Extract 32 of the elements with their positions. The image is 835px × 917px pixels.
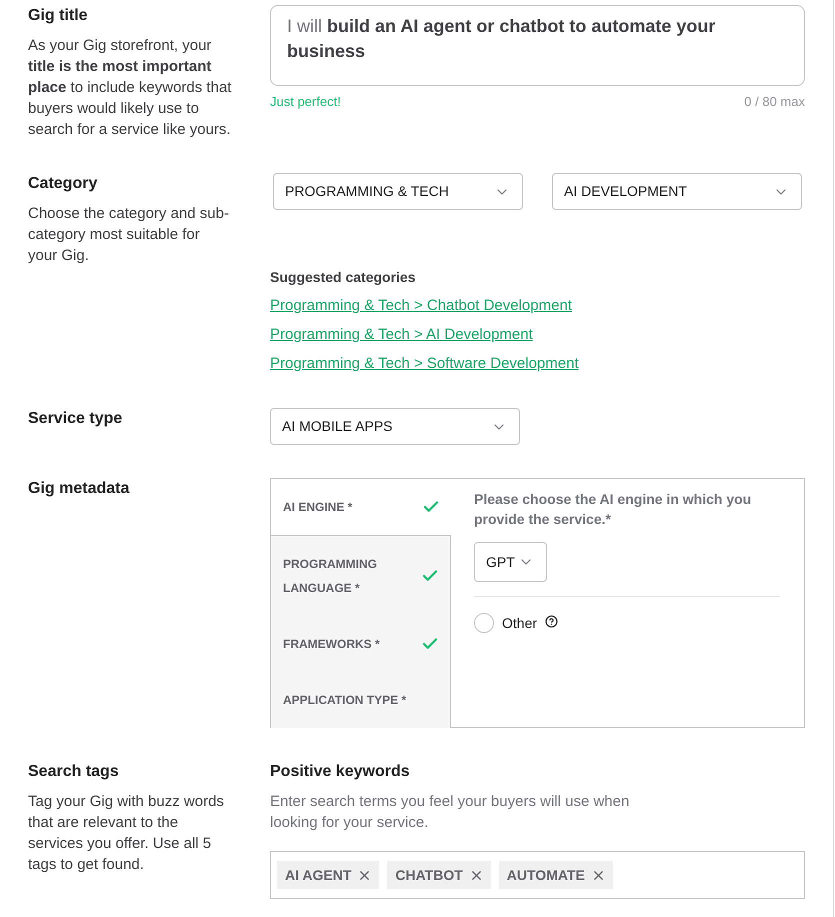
metadata-tab[interactable]: PROGRAMMING LANGUAGE * [271, 536, 451, 616]
section-heading: Search tags [28, 762, 120, 782]
keywords-heading: Positive keywords [270, 762, 411, 782]
tags-field[interactable]: AI AGENT CHATBOT AUTOMATE [270, 851, 805, 899]
help-icon[interactable] [545, 614, 558, 628]
section-heading: Gig metadata [28, 479, 130, 499]
suggested-category-link[interactable]: Programming & Tech > Software Development [270, 354, 579, 374]
suggested-category-link[interactable]: Programming & Tech > Chatbot Development [270, 296, 572, 316]
engine-select[interactable]: GPT [474, 542, 547, 582]
title-field[interactable]: I will build an AI agent or chatbot to automate your business [270, 5, 805, 86]
category-select[interactable]: AI DEVELOPMENT [552, 173, 802, 210]
suggested-categories-heading: Suggested categories [270, 268, 416, 287]
tag-label: CHATBOT [395, 866, 463, 884]
keywords-description: Enter search terms you feel your buyers will use when looking for your service. [270, 792, 630, 833]
section-description: Tag your Gig with buzz words that are relevant to the services you offer. Use all 5 tags to get found. [28, 792, 225, 875]
section-heading: Gig title [28, 6, 89, 26]
option-label: Other [502, 614, 538, 633]
tag-label: AI AGENT [285, 866, 352, 884]
tag-label: AUTOMATE [506, 866, 585, 884]
section-description: Choose the category and sub-category most suitable for your Gig. [28, 204, 230, 266]
validation-message: Just perfect! [270, 94, 341, 110]
character-counter: 0 / 80 max [744, 94, 805, 110]
radio-button[interactable] [474, 613, 494, 633]
section-description: As your Gig storefront, your title is the most important place to include keywords that buyers would likely use to search for a service like yours. [28, 36, 232, 140]
section-heading: Service type [28, 409, 124, 429]
metadata-tab[interactable]: APPLICATION TYPE * [271, 672, 451, 728]
suggested-category-link[interactable]: Programming & Tech > AI Development [270, 325, 533, 345]
service-type-select[interactable]: AI MOBILE APPS [270, 408, 520, 445]
question-text: Please choose the AI engine in which you provide the service.* [474, 490, 752, 529]
section-heading: Category [28, 174, 98, 194]
category-select[interactable]: PROGRAMMING & TECH [273, 173, 523, 210]
metadata-tab[interactable]: FRAMEWORKS * [271, 616, 451, 672]
